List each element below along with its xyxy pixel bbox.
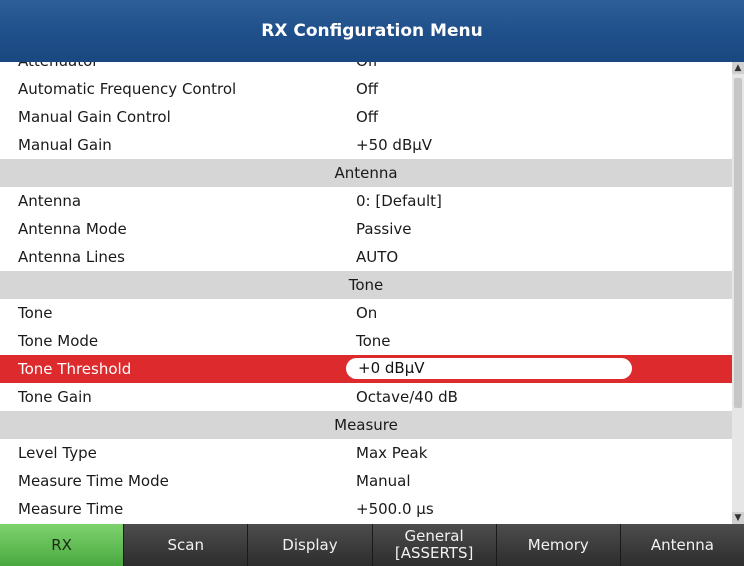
config-list: AttenuatorOffAutomatic Frequency Control… <box>0 62 732 524</box>
section-header: Measure <box>0 411 732 439</box>
setting-label: Antenna <box>18 192 82 210</box>
setting-value: Off <box>356 80 379 98</box>
setting-label: Tone Mode <box>18 332 99 350</box>
setting-row[interactable]: Manual Gain +50 dBµV <box>0 131 732 159</box>
setting-label: Manual Gain <box>18 136 112 154</box>
title-bar: RX Configuration Menu <box>0 0 744 62</box>
setting-label: Tone Gain <box>18 388 92 406</box>
softkey-display[interactable]: Display <box>248 524 373 566</box>
setting-row-selected[interactable]: Tone Threshold +0 dBµV <box>0 355 732 383</box>
section-header-label: Measure <box>334 416 398 434</box>
setting-value: Off <box>356 108 379 126</box>
setting-row[interactable]: Antenna Mode Passive <box>0 215 732 243</box>
setting-value: Max Peak <box>356 444 428 462</box>
setting-value: Manual <box>356 472 411 490</box>
setting-label: Attenuator <box>18 62 98 75</box>
section-header: Antenna <box>0 159 732 187</box>
setting-row[interactable]: Automatic Frequency Control Off <box>0 75 732 103</box>
setting-value: Tone <box>356 332 391 350</box>
softkey-label: RX <box>51 535 72 554</box>
section-header-label: Tone <box>348 276 384 294</box>
setting-label: Antenna Mode <box>18 220 127 238</box>
setting-value: +50 dBµV <box>356 136 433 154</box>
softkey-bar: RX Scan Display General [ASSERTS] Memory Anten… <box>0 524 744 566</box>
setting-value: 0: [Default] <box>356 192 442 210</box>
setting-row[interactable]: Manual Gain Control Off <box>0 103 732 131</box>
setting-value: +500.0 µs <box>356 500 434 518</box>
setting-value: +0 dBµV <box>358 359 425 377</box>
softkey-sublabel: [ASSERTS] <box>394 544 474 562</box>
setting-label: Measure Time Mode <box>18 472 169 490</box>
scrollbar[interactable]: ▲ ▼ <box>732 62 744 524</box>
setting-row[interactable]: Tone Gain Octave/40 dB <box>0 383 732 411</box>
softkey-label: General <box>404 527 464 545</box>
softkey-label: Antenna <box>650 535 714 554</box>
setting-label: Tone <box>18 304 53 322</box>
setting-label: Measure Time <box>18 500 124 518</box>
softkey-scan[interactable]: Scan <box>124 524 249 566</box>
section-header-label: Antenna <box>334 164 398 182</box>
scrollbar-thumb[interactable] <box>734 78 742 408</box>
window-title: RX Configuration Menu <box>261 21 483 41</box>
setting-row[interactable]: Measure Time +500.0 µs <box>0 495 732 523</box>
setting-row[interactable]: Attenuator Off <box>0 62 732 75</box>
softkey-general[interactable]: General [ASSERTS] <box>372 524 497 566</box>
softkey-memory[interactable]: Memory <box>496 524 621 566</box>
value-edit-field[interactable]: +0 dBµV <box>346 358 632 379</box>
setting-label: Tone Threshold <box>18 360 132 378</box>
setting-row[interactable]: Measure Time Mode Manual <box>0 467 732 495</box>
softkey-rx[interactable]: RX <box>0 524 125 566</box>
setting-row[interactable]: Level Type Max Peak <box>0 439 732 467</box>
softkey-label: Memory <box>527 535 589 554</box>
setting-label: Level Type <box>18 444 97 462</box>
section-header: Tone <box>0 271 732 299</box>
setting-label: Antenna Lines <box>18 248 125 266</box>
setting-value: On <box>356 304 378 322</box>
rx-config-window: RX Configuration Menu AttenuatorOffAutom… <box>0 0 744 566</box>
setting-label: Manual Gain Control <box>18 108 171 126</box>
setting-row[interactable]: Antenna 0: [Default] <box>0 187 732 215</box>
softkey-antenna[interactable]: Antenna <box>620 524 744 566</box>
setting-row[interactable]: Tone Mode Tone <box>0 327 732 355</box>
scroll-up-arrow-icon[interactable]: ▲ <box>732 62 744 74</box>
setting-value: Passive <box>356 220 412 238</box>
setting-label: Automatic Frequency Control <box>18 80 237 98</box>
softkey-label: Scan <box>167 535 204 554</box>
setting-value: Octave/40 dB <box>356 388 458 406</box>
scroll-down-arrow-icon[interactable]: ▼ <box>732 512 744 524</box>
setting-value: AUTO <box>356 248 399 266</box>
setting-row[interactable]: Antenna Lines AUTO <box>0 243 732 271</box>
setting-value: Off <box>356 62 378 75</box>
softkey-label: Display <box>282 535 338 554</box>
setting-row[interactable]: Tone On <box>0 299 732 327</box>
